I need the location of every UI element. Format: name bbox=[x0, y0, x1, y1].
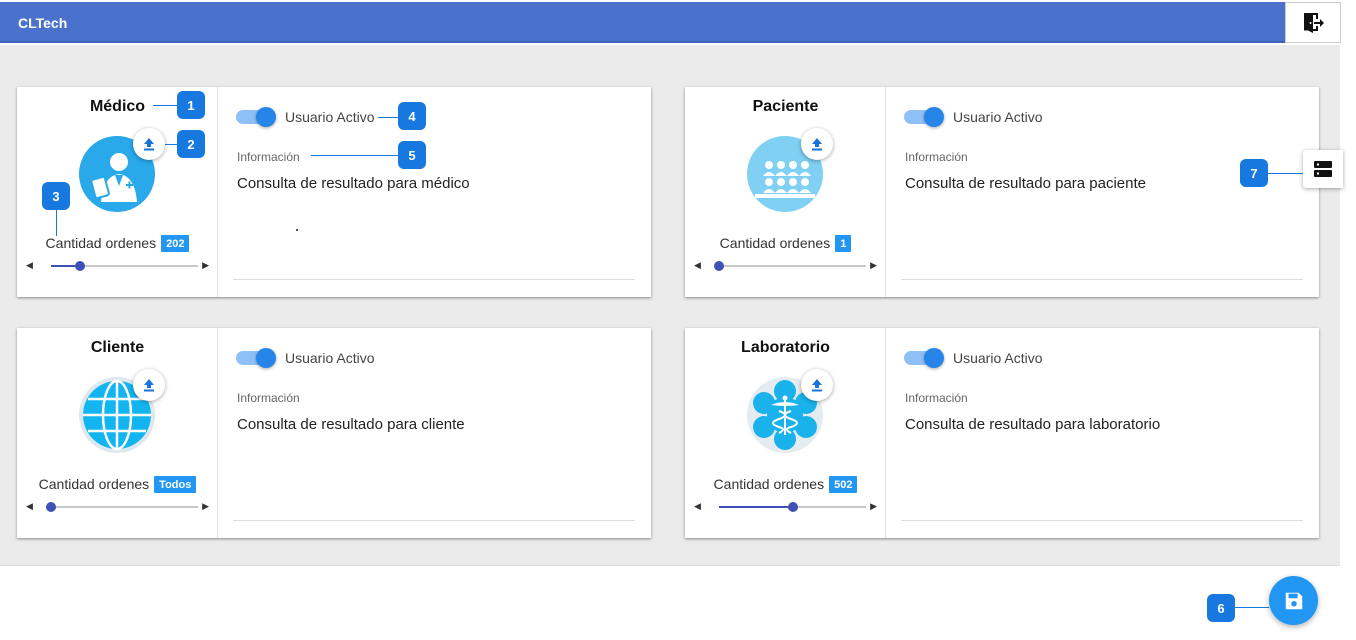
active-user-toggle[interactable] bbox=[236, 348, 276, 368]
quantity-label: Cantidad ordenes bbox=[45, 235, 157, 251]
top-bar: CLTech bbox=[0, 2, 1340, 43]
slider-thumb[interactable] bbox=[714, 261, 724, 271]
orders-slider[interactable]: ◀ ▶ bbox=[23, 257, 212, 273]
card-paciente: Paciente Cantidad ordenes1 ◀ ▶ Usuario bbox=[685, 87, 1319, 297]
callout-2: 2 bbox=[177, 130, 205, 158]
upload-icon bbox=[144, 138, 154, 151]
card-info-panel: Usuario Activo Información Consulta de r… bbox=[218, 87, 651, 297]
active-user-toggle[interactable] bbox=[904, 348, 944, 368]
info-text: Consulta de resultado para paciente bbox=[905, 175, 1146, 192]
callout-line bbox=[311, 155, 398, 156]
card-profile-panel: Laboratorio Cantidad ordenes 502 ◀ ▶ bbox=[685, 328, 886, 538]
orders-slider[interactable]: ◀ ▶ bbox=[23, 498, 212, 514]
slider-right-arrow-icon[interactable]: ▶ bbox=[870, 501, 877, 512]
info-label: Información bbox=[237, 150, 300, 164]
upload-button[interactable] bbox=[133, 369, 165, 401]
quantity-badge: 502 bbox=[829, 476, 858, 493]
quantity-badge: 1 bbox=[835, 235, 852, 252]
slider-thumb[interactable] bbox=[75, 261, 86, 271]
divider bbox=[233, 279, 635, 280]
quantity-label: Cantidad ordenes bbox=[38, 476, 150, 492]
quantity-label: Cantidad ordenes bbox=[713, 476, 825, 492]
card-info-panel: Usuario Activo Información Consulta de r… bbox=[218, 328, 651, 538]
info-text: Consulta de resultado para cliente bbox=[237, 416, 465, 433]
info-text: Consulta de resultado para laboratorio bbox=[905, 416, 1161, 433]
slider-thumb[interactable] bbox=[787, 502, 798, 512]
slider-right-arrow-icon[interactable]: ▶ bbox=[202, 501, 209, 512]
slider-thumb[interactable] bbox=[46, 502, 56, 512]
upload-icon bbox=[144, 379, 154, 392]
active-user-label: Usuario Activo bbox=[953, 109, 1043, 125]
card-info-panel: Usuario Activo Información Consulta de r… bbox=[886, 87, 1319, 297]
quantity-orders: Cantidad ordenes 202 bbox=[17, 235, 218, 252]
card-medico: Médico Cantidad ordenes 202 ◀ ▶ Usuario A… bbox=[17, 87, 651, 297]
upload-button[interactable] bbox=[801, 128, 833, 160]
card-title: Laboratorio bbox=[741, 339, 830, 356]
slider-left-arrow-icon[interactable]: ◀ bbox=[26, 260, 33, 271]
upload-button[interactable] bbox=[801, 369, 833, 401]
callout-1: 1 bbox=[177, 91, 205, 119]
callout-line bbox=[1235, 607, 1269, 608]
active-user-label: Usuario Activo bbox=[285, 350, 375, 366]
info-text: Consulta de resultado para médico bbox=[237, 175, 470, 192]
app-title: CLTech bbox=[18, 15, 68, 31]
quantity-orders: Cantidad ordenes 1 bbox=[685, 235, 886, 252]
callout-6: 6 bbox=[1207, 594, 1235, 622]
active-user-label: Usuario Activo bbox=[953, 350, 1043, 366]
info-label: Información bbox=[905, 391, 968, 405]
callout-line bbox=[1268, 173, 1303, 174]
orders-slider[interactable]: ◀ ▶ bbox=[691, 257, 880, 273]
slider-left-arrow-icon[interactable]: ◀ bbox=[26, 501, 33, 512]
logout-door-icon bbox=[1304, 12, 1324, 33]
callout-line bbox=[153, 105, 177, 106]
callout-7: 7 bbox=[1240, 159, 1268, 187]
save-icon bbox=[1285, 592, 1302, 609]
callout-3: 3 bbox=[42, 182, 70, 210]
orders-slider[interactable]: ◀ ▶ bbox=[691, 498, 880, 514]
card-title: Cliente bbox=[90, 339, 145, 356]
stray-dot bbox=[296, 229, 298, 231]
quantity-badge: Todos bbox=[154, 476, 197, 493]
upload-icon bbox=[812, 138, 822, 151]
active-user-label: Usuario Activo bbox=[285, 109, 375, 125]
quantity-orders: Cantidad ordenes 502 bbox=[685, 476, 886, 493]
upload-icon bbox=[812, 379, 822, 392]
divider bbox=[901, 520, 1303, 521]
upload-button[interactable] bbox=[133, 128, 165, 160]
card-profile-panel: Cliente Cantidad ordenes Todos ◀ ▶ bbox=[17, 328, 218, 538]
quantity-label: Cantidad ordenes bbox=[719, 235, 831, 251]
callout-line bbox=[56, 210, 57, 236]
card-title: Paciente bbox=[752, 98, 819, 115]
card-info-panel: Usuario Activo Información Consulta de r… bbox=[886, 328, 1319, 538]
card-profile-panel: Paciente Cantidad ordenes 1 ◀ ▶ bbox=[685, 87, 886, 297]
callout-line bbox=[378, 117, 398, 118]
side-panel-button[interactable] bbox=[1303, 150, 1343, 188]
footer-bar bbox=[0, 565, 1340, 640]
callout-4: 4 bbox=[398, 102, 426, 130]
slider-left-arrow-icon[interactable]: ◀ bbox=[694, 260, 701, 271]
divider bbox=[233, 520, 635, 521]
active-user-toggle[interactable] bbox=[904, 107, 944, 127]
quantity-badge: 202 bbox=[161, 235, 190, 252]
slider-right-arrow-icon[interactable]: ▶ bbox=[870, 260, 877, 271]
slider-right-arrow-icon[interactable]: ▶ bbox=[202, 260, 209, 271]
callout-line bbox=[165, 144, 177, 145]
divider bbox=[901, 279, 1303, 280]
logout-button[interactable] bbox=[1285, 2, 1341, 43]
info-label: Información bbox=[237, 391, 300, 405]
quantity-orders: Cantidad ordenes Todos bbox=[17, 476, 218, 493]
server-list-icon bbox=[1314, 161, 1332, 177]
info-label: Información bbox=[905, 150, 968, 164]
card-laboratorio: Laboratorio Cantidad ordenes 502 ◀ ▶ Usu… bbox=[685, 328, 1319, 538]
callout-5: 5 bbox=[398, 141, 426, 169]
save-button[interactable] bbox=[1269, 576, 1318, 625]
active-user-toggle[interactable] bbox=[236, 107, 276, 127]
card-cliente: Cliente Cantidad ordenes Todos ◀ ▶ Usuari bbox=[17, 328, 651, 538]
slider-left-arrow-icon[interactable]: ◀ bbox=[694, 501, 701, 512]
